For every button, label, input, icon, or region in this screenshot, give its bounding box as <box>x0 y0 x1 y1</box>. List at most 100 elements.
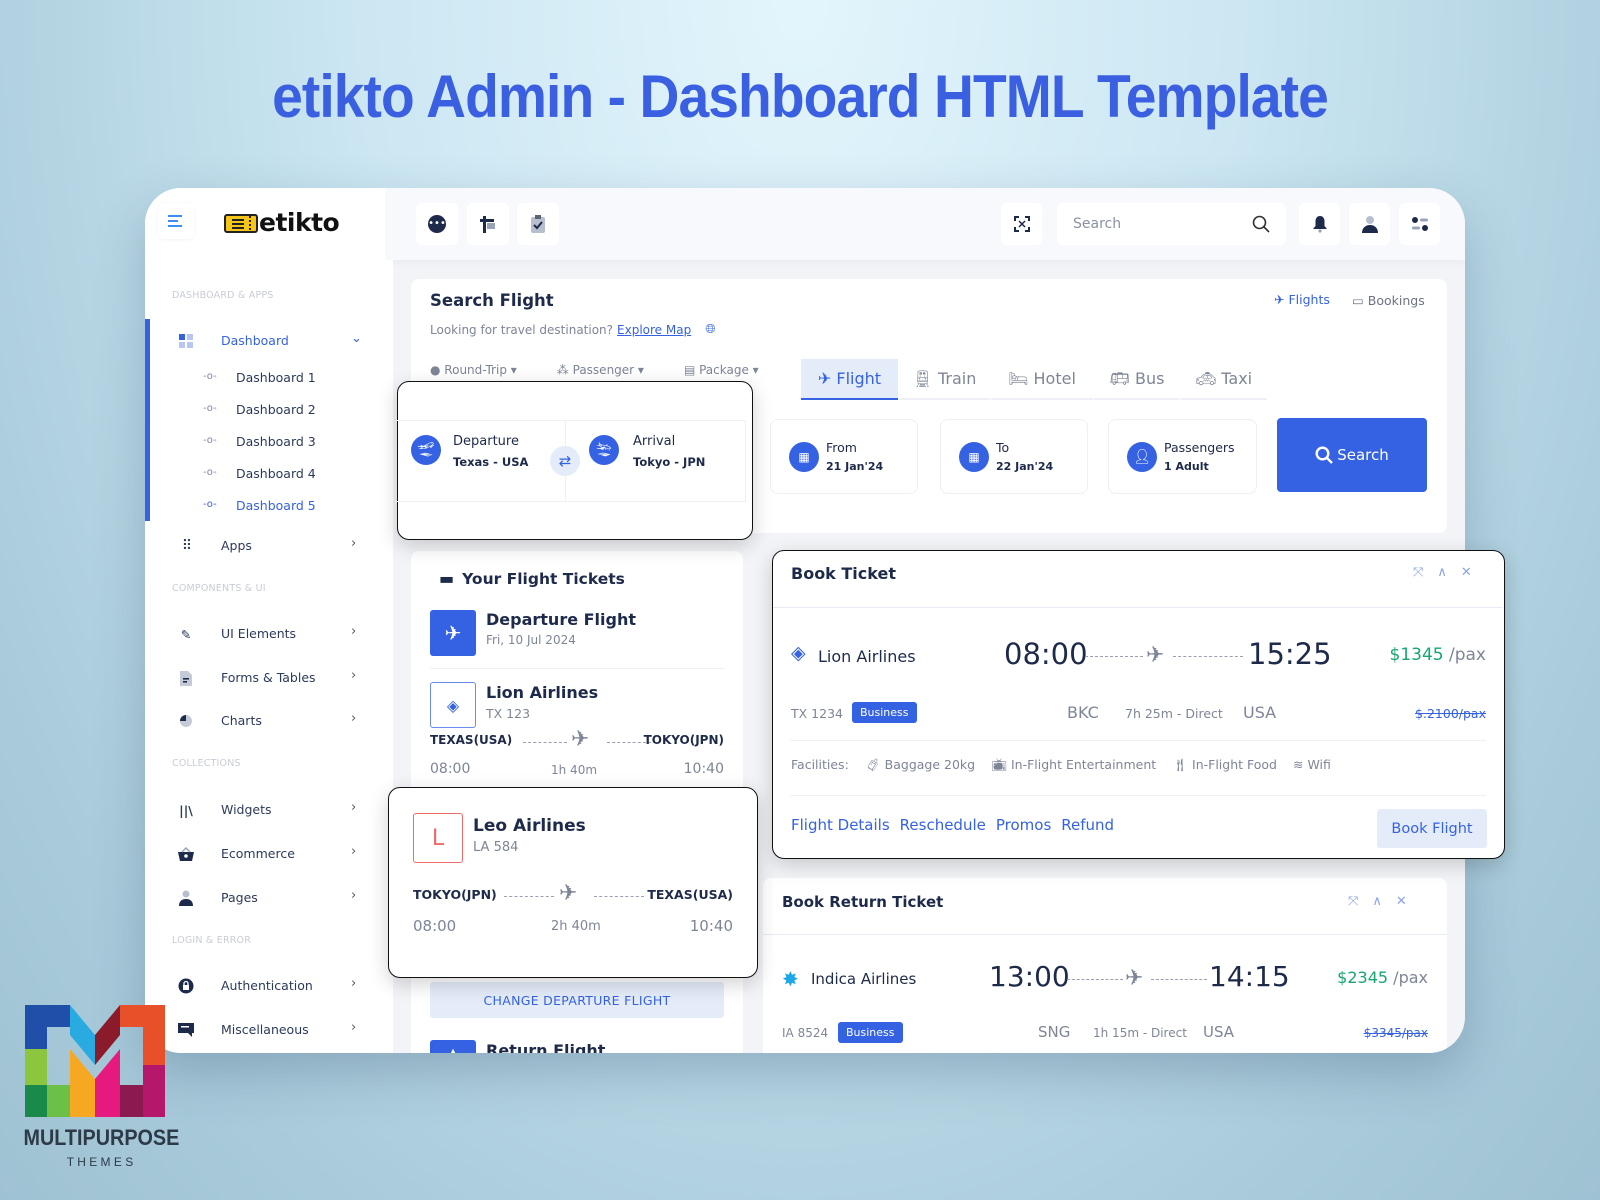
sidebar-subitem-label: Dashboard 1 <box>236 370 316 385</box>
tab-taxi[interactable]: 🚕︎ Taxi <box>1181 359 1267 400</box>
menu-toggle-button[interactable] <box>158 203 194 239</box>
signpost-icon <box>480 216 495 233</box>
from-date-field[interactable]: ▦ From 21 Jan'24 <box>770 419 918 494</box>
collapse-icon[interactable]: ∧ <box>1372 894 1382 909</box>
sidebar-item-label: Miscellaneous <box>221 1022 309 1037</box>
price-value: $2345 <box>1337 968 1389 987</box>
explore-map-link[interactable]: Explore Map <box>617 323 691 337</box>
close-icon[interactable]: ✕ <box>1461 565 1472 580</box>
refund-link[interactable]: Refund <box>1061 816 1114 834</box>
library-icon: ||\ <box>179 802 193 818</box>
plane-icon: ✈ <box>571 727 590 752</box>
tab-flight[interactable]: ✈ Flight <box>801 359 898 400</box>
clipboard-button[interactable] <box>517 203 559 245</box>
tab-label: Taxi <box>1221 369 1253 388</box>
search-button-label: Search <box>1337 446 1389 464</box>
sidebar-item-label: Authentication <box>221 978 313 993</box>
plane-icon: ✈ <box>817 369 832 388</box>
sidebar-item-widgets[interactable]: ||\ Widgets › <box>145 799 393 821</box>
to-date-field[interactable]: ▦ To 22 Jan'24 <box>940 419 1088 494</box>
sidebar-item-apps[interactable]: ⠿ Apps › <box>145 535 393 557</box>
arrival-time: 10:40 <box>683 761 724 777</box>
notifications-button[interactable] <box>1299 203 1340 245</box>
ticket-icon: ▭ <box>1352 293 1364 308</box>
bookings-link-label: Bookings <box>1367 293 1425 308</box>
tab-train[interactable]: 🚆︎ Train <box>899 359 990 400</box>
pie-chart-icon <box>177 712 195 730</box>
user-icon: 👤︎ <box>1127 442 1157 472</box>
bookings-link[interactable]: ▭ Bookings <box>1352 293 1425 308</box>
reschedule-link[interactable]: Reschedule <box>900 816 986 834</box>
swap-button[interactable]: ⇄ <box>550 446 580 476</box>
sidebar-item-charts[interactable]: Charts › <box>145 710 393 732</box>
chat-button[interactable]: ••• <box>416 203 458 245</box>
chevron-right-icon: › <box>351 976 357 991</box>
leo-airlines-ticket-popup: L Leo Airlines LA 584 TOKYO(JPN) ✈ TEXAS… <box>388 787 758 978</box>
fullscreen-button[interactable] <box>1001 203 1042 245</box>
collapse-icon[interactable]: ∧ <box>1437 565 1447 580</box>
passenger-dropdown[interactable]: ⁂ Passenger ▾ <box>557 363 644 377</box>
sidebar-subitem-dashboard-5[interactable]: -o- Dashboard 5 <box>145 496 393 516</box>
sidebar-subitem-dashboard-1[interactable]: -o- Dashboard 1 <box>145 368 393 388</box>
tab-bus[interactable]: 🚌︎ Bus <box>1094 359 1180 400</box>
user-button[interactable] <box>1349 203 1390 245</box>
lock-icon <box>177 977 195 995</box>
sidebar-item-miscellaneous[interactable]: Miscellaneous › <box>145 1019 393 1041</box>
flight-details-link[interactable]: Flight Details <box>791 816 890 834</box>
change-departure-button[interactable]: CHANGE DEPARTURE FLIGHT <box>430 982 724 1018</box>
book-flight-button[interactable]: Book Flight <box>1377 809 1487 848</box>
sidebar-item-ecommerce[interactable]: Ecommerce › <box>145 843 393 865</box>
sidebar-item-ui-elements[interactable]: ✎ UI Elements › <box>145 623 393 645</box>
departure-flight-date: Fri, 10 Jul 2024 <box>486 633 576 647</box>
package-dropdown[interactable]: ▤ Package ▾ <box>684 363 759 377</box>
departure-label[interactable]: Departure <box>453 434 519 449</box>
card-title: Search Flight <box>430 291 554 310</box>
subtitle: Looking for travel destination? Explore … <box>430 322 716 337</box>
chat-icon: ••• <box>428 215 446 233</box>
passengers-field[interactable]: 👤︎ Passengers 1 Adult <box>1108 419 1257 494</box>
sidebar-section-label: COLLECTIONS <box>172 758 241 769</box>
sidebar-item-forms-tables[interactable]: Forms & Tables › <box>145 667 393 689</box>
class-badge: Business <box>852 702 917 723</box>
arrival-label[interactable]: Arrival <box>633 434 675 449</box>
chevron-right-icon: › <box>351 800 357 815</box>
sidebar-item-label: Ecommerce <box>221 846 295 861</box>
sidebar-item-dashboard[interactable]: Dashboard ⌄ <box>145 330 393 352</box>
calendar-icon: ▦ <box>789 442 819 472</box>
promos-link[interactable]: Promos <box>996 816 1051 834</box>
card-title: Book Return Ticket <box>782 893 944 911</box>
facility-baggage: 🧳︎ Baggage 20kg <box>864 757 976 772</box>
route-from: TEXAS(USA) <box>430 733 513 747</box>
brand-logo[interactable]: etikto <box>224 208 340 237</box>
wifi-icon: ≋ <box>1292 757 1304 772</box>
sidebar-subitem-dashboard-3[interactable]: -o- Dashboard 3 <box>145 432 393 452</box>
facility-food: 🍴︎ In-Flight Food <box>1172 757 1277 772</box>
search-button[interactable]: Search <box>1277 418 1427 492</box>
departure-value[interactable]: Texas - USA <box>453 455 528 469</box>
expand-icon[interactable]: ⤧ <box>1348 894 1358 909</box>
search-icon[interactable] <box>1252 215 1270 233</box>
flights-link[interactable]: ✈ Flights <box>1274 292 1330 307</box>
divider <box>430 668 724 669</box>
expand-icon[interactable]: ⤧ <box>1413 565 1423 580</box>
sidebar-item-pages[interactable]: Pages › <box>145 887 393 909</box>
sidebar-item-label: Forms & Tables <box>221 670 316 685</box>
arrival-value[interactable]: Tokyo - JPN <box>633 455 705 469</box>
globe-icon[interactable]: 🌐︎ <box>705 322 715 337</box>
round-trip-dropdown[interactable]: ● Round-Trip ▾ <box>430 363 517 377</box>
field-value: 1 Adult <box>1164 460 1209 473</box>
sidebar-item-authentication[interactable]: Authentication › <box>145 975 393 997</box>
route-line <box>1151 979 1207 980</box>
header-search-input[interactable]: Search <box>1057 203 1286 245</box>
tab-hotel[interactable]: 🛏︎ Hotel <box>991 359 1093 400</box>
arrival-time: 10:40 <box>689 917 733 935</box>
taxi-icon: 🚕︎ <box>1195 369 1217 388</box>
sidebar-subitem-dashboard-4[interactable]: -o- Dashboard 4 <box>145 464 393 484</box>
sidebar-subitem-dashboard-2[interactable]: -o- Dashboard 2 <box>145 400 393 420</box>
brand-name: etikto <box>259 208 340 237</box>
close-icon[interactable]: ✕ <box>1396 894 1407 909</box>
sidebar-subitem-label: Dashboard 5 <box>236 498 316 513</box>
field-value: 22 Jan'24 <box>996 460 1054 473</box>
settings-button[interactable] <box>1399 203 1440 245</box>
signpost-button[interactable] <box>467 203 509 245</box>
